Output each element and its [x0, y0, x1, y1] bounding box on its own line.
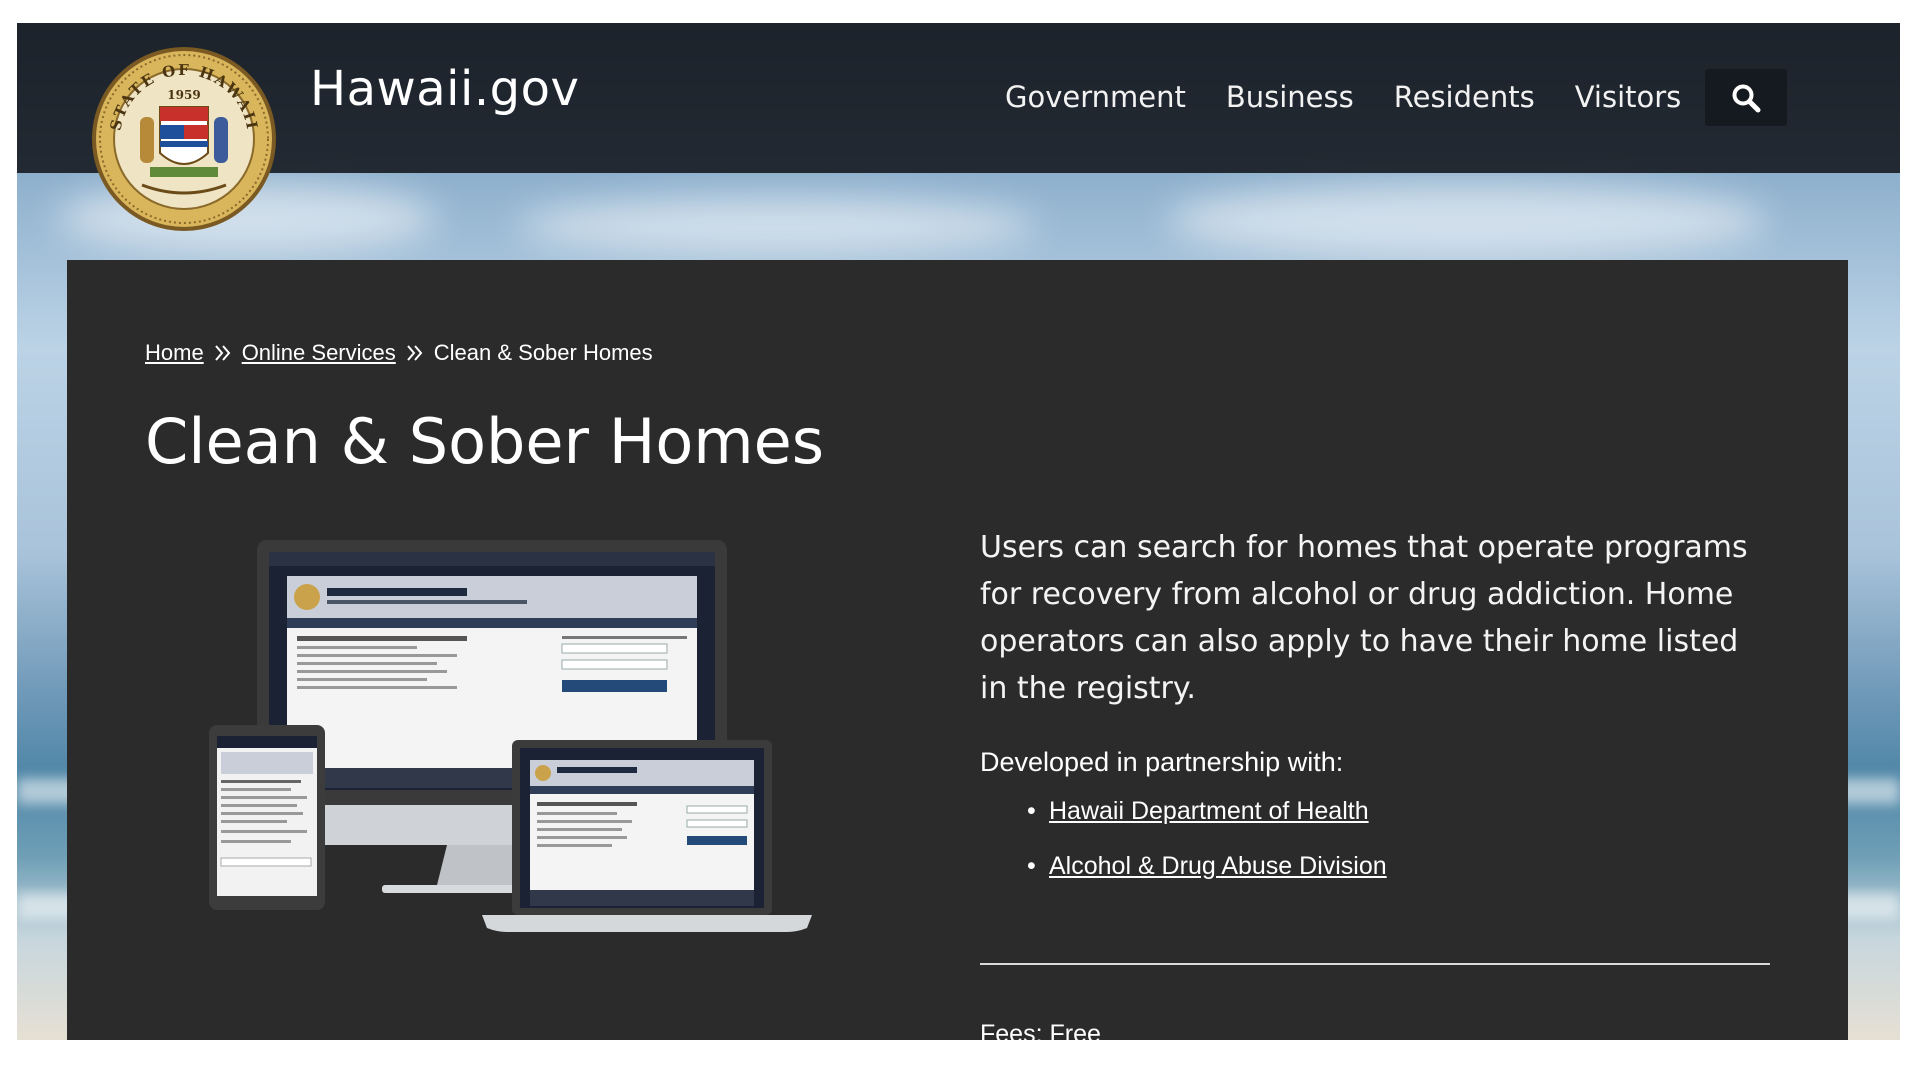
fees-text: Fees: Free	[980, 1020, 1101, 1040]
page-frame: Hawaii.gov Government Business Residents…	[17, 23, 1900, 1040]
main-nav: Government Business Residents Visitors	[1005, 80, 1681, 114]
double-chevron-right-icon	[214, 344, 232, 362]
search-icon	[1732, 84, 1761, 112]
nav-residents[interactable]: Residents	[1394, 80, 1535, 114]
breadcrumb-current: Clean & Sober Homes	[433, 340, 653, 365]
site-title[interactable]: Hawaii.gov	[310, 61, 579, 117]
breadcrumb-home[interactable]: Home	[145, 340, 204, 366]
section-divider	[980, 963, 1770, 965]
state-seal-logo[interactable]: STATE OF HAWAII 1959	[90, 45, 278, 233]
double-chevron-right-icon	[406, 344, 424, 362]
content-panel: Home Online Services Clean & Sober Homes…	[67, 260, 1848, 1040]
partner-list: Hawaii Department of Health Alcohol & Dr…	[1027, 797, 1387, 907]
search-button[interactable]	[1705, 69, 1787, 126]
background-cloud	[1167, 183, 1767, 258]
seal-year: 1959	[167, 88, 200, 102]
list-item: Alcohol & Drug Abuse Division	[1027, 852, 1387, 881]
devices-screenshot-image	[209, 540, 812, 932]
site-header: Hawaii.gov Government Business Residents…	[17, 23, 1900, 173]
partner-heading: Developed in partnership with:	[980, 747, 1344, 777]
breadcrumb: Home Online Services Clean & Sober Homes	[145, 340, 653, 366]
service-description: Users can search for homes that operate …	[980, 530, 1748, 706]
partner-link-department-of-health[interactable]: Hawaii Department of Health	[1049, 797, 1369, 825]
nav-government[interactable]: Government	[1005, 80, 1186, 114]
partner-link-adad[interactable]: Alcohol & Drug Abuse Division	[1049, 852, 1387, 880]
list-item: Hawaii Department of Health	[1027, 797, 1387, 826]
background-cloud	[517, 198, 1037, 253]
nav-business[interactable]: Business	[1226, 80, 1354, 114]
breadcrumb-online-services[interactable]: Online Services	[242, 340, 396, 366]
nav-visitors[interactable]: Visitors	[1575, 80, 1682, 114]
page-title: Clean & Sober Homes	[145, 405, 825, 478]
